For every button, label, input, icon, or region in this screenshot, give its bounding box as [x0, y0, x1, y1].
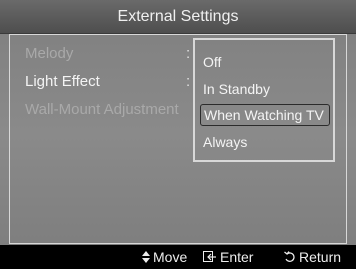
- enter-hint: Enter: [203, 245, 253, 269]
- light-effect-dropdown: Off In Standby When Watching TV Always: [193, 38, 335, 162]
- page-title: External Settings: [0, 0, 356, 34]
- osd-panel: External Settings Melody : Light Effect …: [0, 0, 356, 269]
- footer-bar: Move Enter Return: [0, 245, 356, 269]
- return-hint: Return: [284, 245, 341, 269]
- option-in-standby[interactable]: In Standby: [203, 81, 270, 97]
- option-when-watching-tv[interactable]: When Watching TV: [200, 104, 330, 126]
- menu-item-light-effect[interactable]: Light Effect: [25, 73, 100, 90]
- menu-item-wall-mount-adjustment[interactable]: Wall-Mount Adjustment: [25, 101, 179, 118]
- menu-item-melody[interactable]: Melody: [25, 45, 73, 62]
- return-label: Return: [299, 249, 342, 265]
- option-off[interactable]: Off: [203, 54, 221, 70]
- up-down-arrow-icon: [142, 251, 150, 263]
- enter-icon: [203, 251, 216, 262]
- enter-label: Enter: [220, 249, 254, 265]
- light-effect-colon: :: [186, 73, 191, 90]
- melody-colon: :: [186, 45, 191, 62]
- move-hint: Move: [142, 245, 187, 269]
- return-icon: [284, 251, 295, 262]
- option-always[interactable]: Always: [203, 134, 247, 150]
- move-label: Move: [153, 249, 188, 265]
